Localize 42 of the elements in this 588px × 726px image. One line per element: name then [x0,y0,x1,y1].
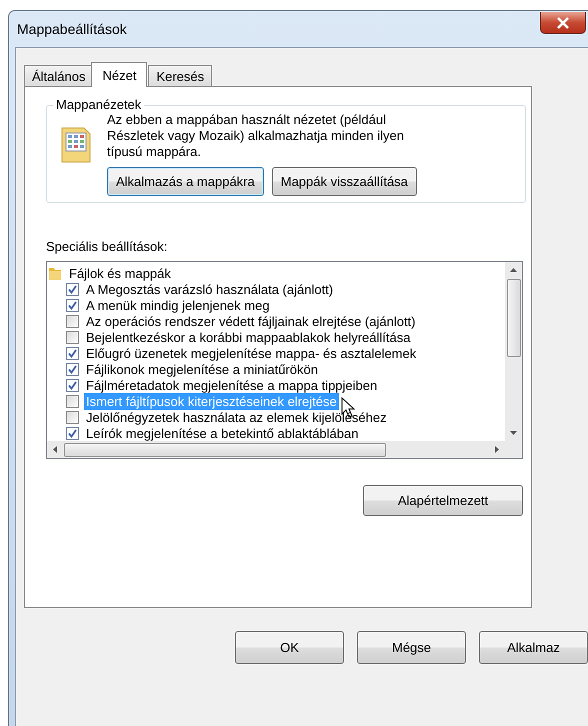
dialog-button[interactable]: Mappák visszaállítása [272,167,417,196]
tree-node[interactable]: Fájlok és mappák [47,265,505,281]
dialog-button[interactable]: Mégse [357,631,466,664]
dialog-button[interactable]: OK [235,631,344,664]
vertical-scrollbar[interactable] [505,262,522,441]
setting-option[interactable]: A menük mindig jelenjenek meg [84,296,272,314]
folder-icon [49,266,61,280]
tab[interactable]: Általános [24,65,94,86]
setting-option[interactable]: Előugró üzenetek megjelenítése mappa- és asztalelemek [84,344,418,362]
setting-option[interactable]: Bejelentkezéskor a korábbi mappaablakok helyreállítása [84,328,412,346]
setting-option[interactable]: Jelölőnégyzetek használata az elemek kijelöléséhez [84,408,389,426]
dialog-button[interactable]: Alkalmazás a mappákra [107,167,264,196]
checkbox[interactable] [66,346,79,360]
setting-option[interactable]: Az operációs rendszer védett fájljainak elrejtése (ajánlott) [84,312,418,330]
checkbox[interactable] [66,362,79,376]
checkbox[interactable] [66,314,79,328]
checkbox[interactable] [66,330,79,344]
group-label: Mappanézetek [53,97,144,112]
restore-defaults-button[interactable]: Alapértelmezett [363,485,523,516]
setting-option[interactable]: Fájlméretadatok megjelenítése a mappa tippjeiben [84,376,380,394]
checkbox[interactable] [66,378,79,392]
tab[interactable]: Nézet [91,62,148,87]
scroll-arrow-icon[interactable] [510,267,517,274]
section-label: Speciális beállítások: [46,239,168,256]
setting-option[interactable]: A Megosztás varázsló használata (ajánlott) [84,280,336,298]
close-button[interactable] [540,12,586,34]
checkbox[interactable] [66,298,79,312]
checkbox[interactable] [66,426,79,440]
description-text: Az ebben a mappában használt nézetet (például Részletek vagy Mozaik) alkalmazhatja minden ilyen típusú mappára. [107,112,405,160]
checkbox[interactable] [66,282,79,296]
dialog-button[interactable]: Alkalmaz [479,631,588,664]
checkbox[interactable] [66,410,79,424]
scroll-arrow-icon[interactable] [493,446,500,453]
window-title: Mappabeállítások [16,21,127,37]
close-icon [556,16,570,28]
setting-option[interactable]: Fájlikonok megjelenítése a miniatűrökön [84,360,320,378]
scroll-arrow-icon[interactable] [510,429,517,436]
tab[interactable]: Keresés [148,65,212,86]
scroll-arrow-icon[interactable] [52,446,59,453]
checkbox[interactable] [66,394,79,408]
horizontal-scrollbar[interactable] [47,441,522,458]
setting-option[interactable]: Leírók megjelenítése a betekintő ablaktáblában [84,424,360,441]
